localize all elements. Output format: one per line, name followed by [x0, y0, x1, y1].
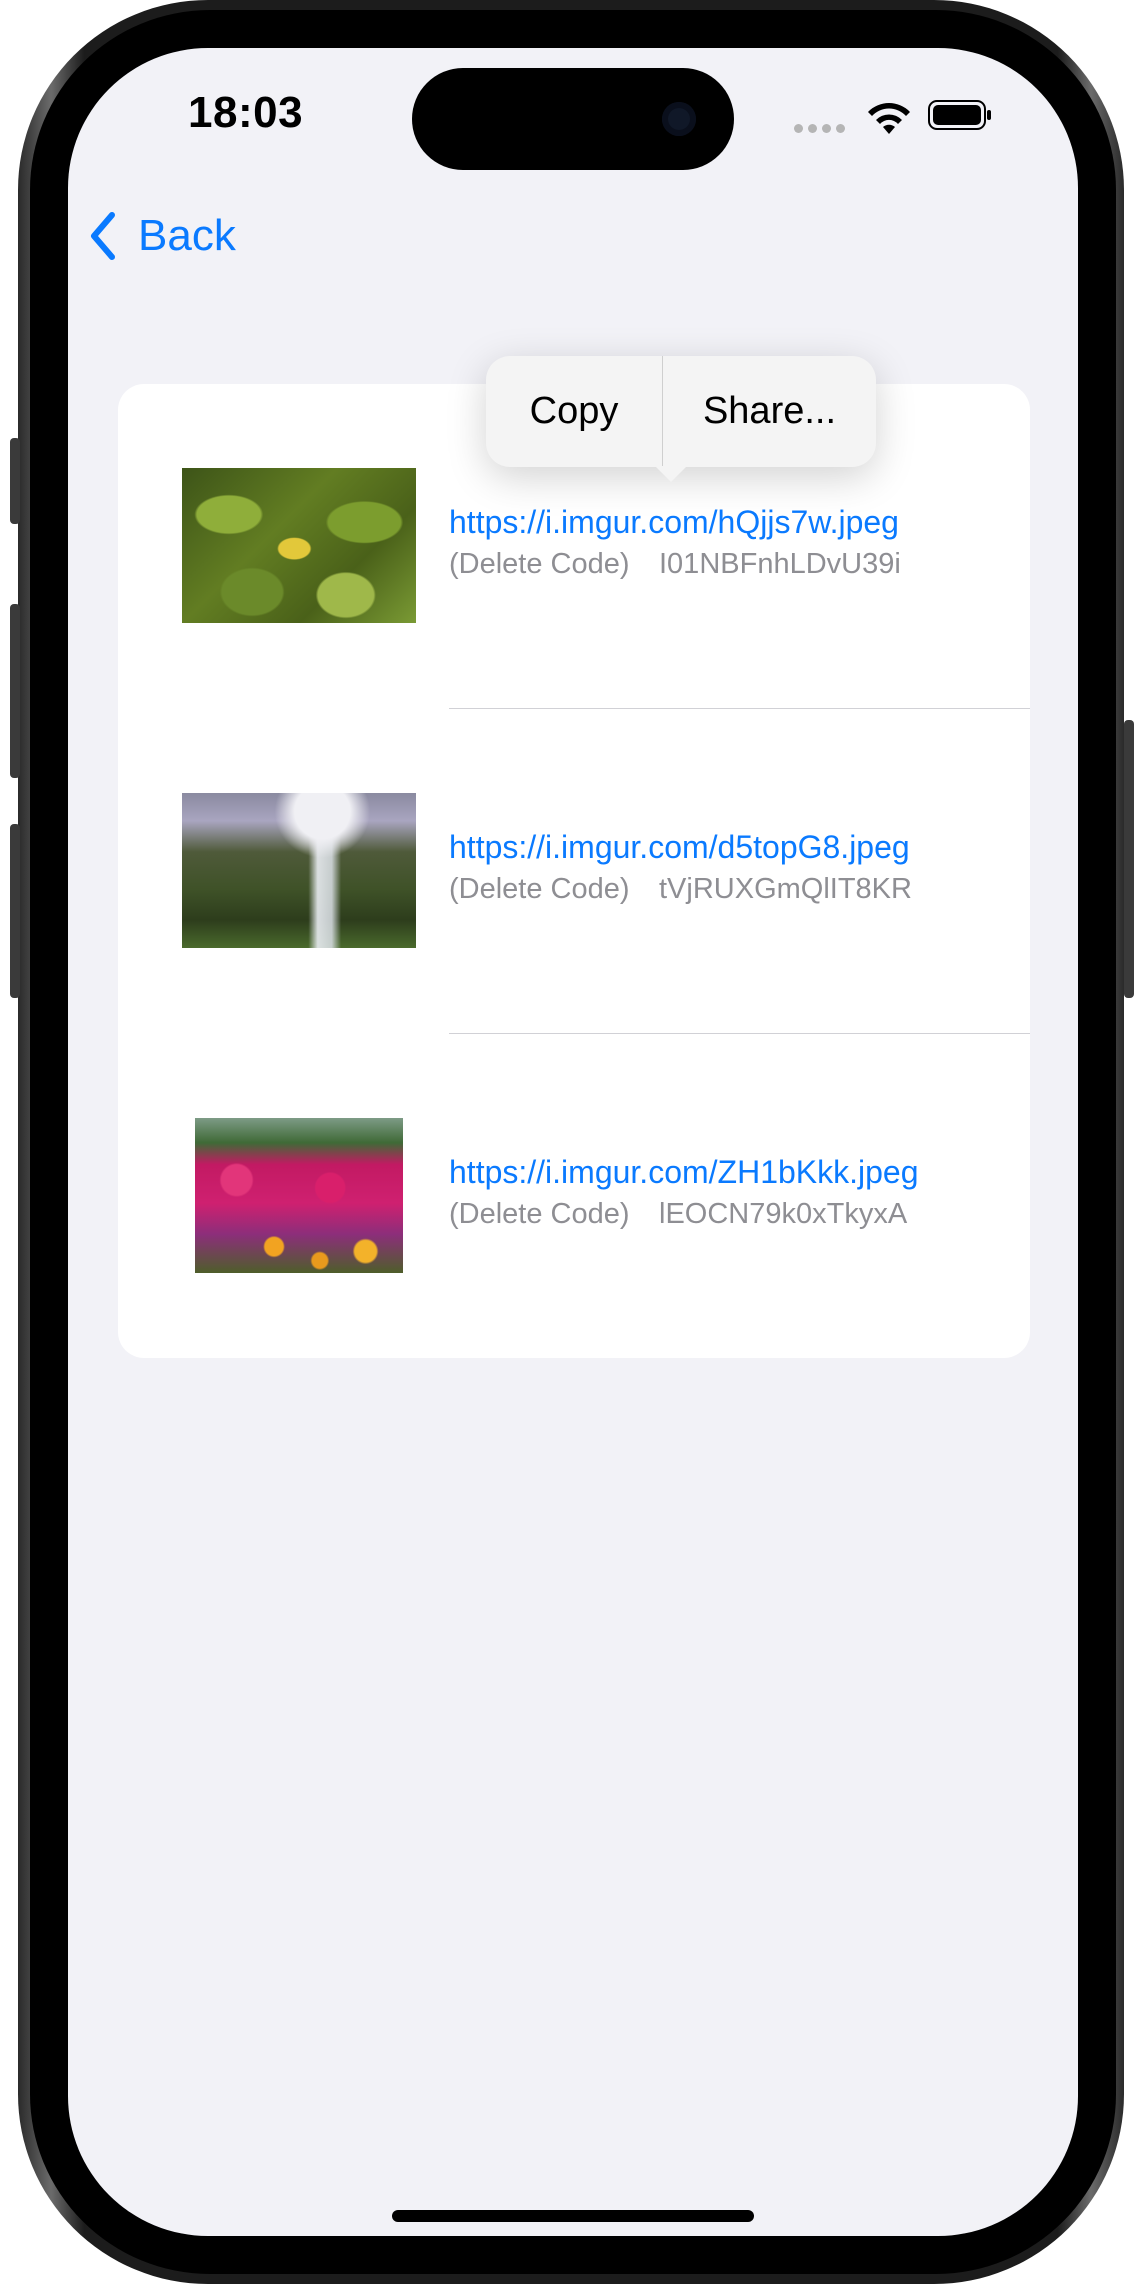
- context-menu-pointer: [655, 466, 687, 482]
- share-menu-item[interactable]: Share...: [663, 356, 876, 467]
- power-button: [1124, 720, 1134, 998]
- thumbnail-waterfall-photo: [182, 793, 416, 948]
- thumbnail-leaves-photo: [182, 468, 416, 623]
- list-item[interactable]: https://i.imgur.com/ZH1bKkk.jpeg (Delete…: [118, 1034, 1030, 1358]
- delete-code-label: (Delete Code): [449, 1198, 630, 1230]
- delete-code-label: (Delete Code): [449, 548, 630, 580]
- volume-down-button: [10, 824, 20, 998]
- context-menu: Copy Share...: [486, 356, 876, 467]
- mute-switch: [10, 438, 20, 524]
- screen: 18:03 Back https://i.imgur.com/hQjjs7w.j…: [68, 48, 1078, 2236]
- copy-menu-item[interactable]: Copy: [486, 356, 662, 467]
- back-button-label: Back: [138, 211, 236, 260]
- volume-up-button: [10, 604, 20, 778]
- uploads-list: https://i.imgur.com/hQjjs7w.jpeg (Delete…: [118, 384, 1030, 1358]
- home-indicator[interactable]: [392, 2210, 754, 2222]
- battery-icon: [928, 100, 991, 130]
- back-button[interactable]: Back: [86, 206, 236, 266]
- thumbnail-flowers-photo: [182, 1118, 416, 1273]
- delete-code-value: I01NBFnhLDvU39i: [659, 548, 901, 580]
- cellular-signal-icon: [794, 120, 850, 138]
- list-item[interactable]: https://i.imgur.com/d5topG8.jpeg (Delete…: [118, 709, 1030, 1034]
- delete-code-value: tVjRUXGmQlIT8KR: [659, 873, 912, 905]
- image-url-link[interactable]: https://i.imgur.com/ZH1bKkk.jpeg: [449, 1154, 919, 1191]
- image-url-link[interactable]: https://i.imgur.com/d5topG8.jpeg: [449, 829, 910, 866]
- chevron-left-icon: [91, 212, 115, 260]
- image-url-link[interactable]: https://i.imgur.com/hQjjs7w.jpeg: [449, 504, 899, 541]
- status-time: 18:03: [188, 88, 304, 137]
- front-camera-icon: [662, 102, 696, 136]
- dynamic-island: [412, 68, 734, 170]
- wifi-icon: [868, 103, 910, 134]
- delete-code-value: lEOCN79k0xTkyxA: [659, 1198, 908, 1230]
- delete-code-label: (Delete Code): [449, 873, 630, 905]
